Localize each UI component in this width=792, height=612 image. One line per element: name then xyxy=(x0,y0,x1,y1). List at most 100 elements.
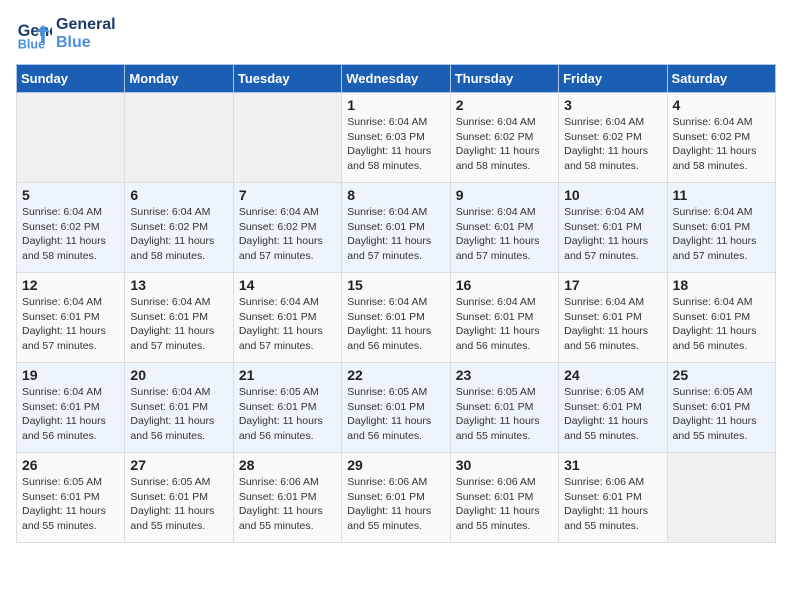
day-number: 14 xyxy=(239,277,336,293)
day-number: 7 xyxy=(239,187,336,203)
day-info: Sunrise: 6:05 AM Sunset: 6:01 PM Dayligh… xyxy=(239,385,336,444)
calendar-cell xyxy=(17,93,125,183)
calendar-cell: 5 Sunrise: 6:04 AM Sunset: 6:02 PM Daylig… xyxy=(17,183,125,273)
calendar-week-4: 19 Sunrise: 6:04 AM Sunset: 6:01 PM Dayli… xyxy=(17,363,776,453)
calendar-cell: 1 Sunrise: 6:04 AM Sunset: 6:03 PM Daylig… xyxy=(342,93,450,183)
day-number: 8 xyxy=(347,187,444,203)
calendar-cell: 24 Sunrise: 6:05 AM Sunset: 6:01 PM Dayli… xyxy=(559,363,667,453)
day-info: Sunrise: 6:05 AM Sunset: 6:01 PM Dayligh… xyxy=(673,385,770,444)
calendar-cell: 28 Sunrise: 6:06 AM Sunset: 6:01 PM Dayli… xyxy=(233,453,341,543)
calendar-cell: 21 Sunrise: 6:05 AM Sunset: 6:01 PM Dayli… xyxy=(233,363,341,453)
day-number: 30 xyxy=(456,457,553,473)
day-number: 17 xyxy=(564,277,661,293)
weekday-header-row: SundayMondayTuesdayWednesdayThursdayFrid… xyxy=(17,65,776,93)
day-number: 6 xyxy=(130,187,227,203)
weekday-header-saturday: Saturday xyxy=(667,65,775,93)
calendar-week-5: 26 Sunrise: 6:05 AM Sunset: 6:01 PM Dayli… xyxy=(17,453,776,543)
calendar-table: SundayMondayTuesdayWednesdayThursdayFrid… xyxy=(16,64,776,543)
day-number: 22 xyxy=(347,367,444,383)
calendar-week-3: 12 Sunrise: 6:04 AM Sunset: 6:01 PM Dayli… xyxy=(17,273,776,363)
weekday-header-thursday: Thursday xyxy=(450,65,558,93)
calendar-cell: 2 Sunrise: 6:04 AM Sunset: 6:02 PM Daylig… xyxy=(450,93,558,183)
day-info: Sunrise: 6:04 AM Sunset: 6:01 PM Dayligh… xyxy=(673,295,770,354)
day-info: Sunrise: 6:04 AM Sunset: 6:01 PM Dayligh… xyxy=(347,295,444,354)
day-info: Sunrise: 6:05 AM Sunset: 6:01 PM Dayligh… xyxy=(130,475,227,534)
day-number: 18 xyxy=(673,277,770,293)
day-number: 20 xyxy=(130,367,227,383)
day-info: Sunrise: 6:04 AM Sunset: 6:01 PM Dayligh… xyxy=(347,205,444,264)
day-info: Sunrise: 6:05 AM Sunset: 6:01 PM Dayligh… xyxy=(564,385,661,444)
day-info: Sunrise: 6:05 AM Sunset: 6:01 PM Dayligh… xyxy=(22,475,119,534)
day-info: Sunrise: 6:06 AM Sunset: 6:01 PM Dayligh… xyxy=(456,475,553,534)
day-info: Sunrise: 6:05 AM Sunset: 6:01 PM Dayligh… xyxy=(456,385,553,444)
day-info: Sunrise: 6:04 AM Sunset: 6:01 PM Dayligh… xyxy=(673,205,770,264)
day-info: Sunrise: 6:06 AM Sunset: 6:01 PM Dayligh… xyxy=(239,475,336,534)
calendar-cell: 17 Sunrise: 6:04 AM Sunset: 6:01 PM Dayli… xyxy=(559,273,667,363)
day-number: 12 xyxy=(22,277,119,293)
calendar-cell: 29Sunrise: 6:06 AM Sunset: 6:01 PM Dayli… xyxy=(342,453,450,543)
calendar-week-1: 1 Sunrise: 6:04 AM Sunset: 6:03 PM Daylig… xyxy=(17,93,776,183)
calendar-cell: 8 Sunrise: 6:04 AM Sunset: 6:01 PM Daylig… xyxy=(342,183,450,273)
day-info: Sunrise: 6:04 AM Sunset: 6:02 PM Dayligh… xyxy=(239,205,336,264)
svg-text:Blue: Blue xyxy=(18,37,45,51)
day-info: Sunrise: 6:06 AM Sunset: 6:01 PM Dayligh… xyxy=(347,475,444,534)
day-number: 2 xyxy=(456,97,553,113)
day-number: 11 xyxy=(673,187,770,203)
calendar-cell: 31 Sunrise: 6:06 AM Sunset: 6:01 PM Dayli… xyxy=(559,453,667,543)
calendar-cell: 22Sunrise: 6:05 AM Sunset: 6:01 PM Dayli… xyxy=(342,363,450,453)
day-number: 23 xyxy=(456,367,553,383)
calendar-cell: 3Sunrise: 6:04 AM Sunset: 6:02 PM Daylig… xyxy=(559,93,667,183)
day-info: Sunrise: 6:04 AM Sunset: 6:03 PM Dayligh… xyxy=(347,115,444,174)
calendar-cell: 20Sunrise: 6:04 AM Sunset: 6:01 PM Dayli… xyxy=(125,363,233,453)
day-number: 1 xyxy=(347,97,444,113)
day-number: 3 xyxy=(564,97,661,113)
day-info: Sunrise: 6:04 AM Sunset: 6:02 PM Dayligh… xyxy=(130,205,227,264)
day-number: 26 xyxy=(22,457,119,473)
day-number: 19 xyxy=(22,367,119,383)
weekday-header-friday: Friday xyxy=(559,65,667,93)
calendar-cell: 25 Sunrise: 6:05 AM Sunset: 6:01 PM Dayli… xyxy=(667,363,775,453)
day-info: Sunrise: 6:04 AM Sunset: 6:01 PM Dayligh… xyxy=(456,205,553,264)
calendar-cell xyxy=(233,93,341,183)
day-info: Sunrise: 6:04 AM Sunset: 6:01 PM Dayligh… xyxy=(456,295,553,354)
calendar-cell: 12Sunrise: 6:04 AM Sunset: 6:01 PM Dayli… xyxy=(17,273,125,363)
header: General Blue General Blue xyxy=(16,16,776,52)
day-number: 31 xyxy=(564,457,661,473)
day-number: 28 xyxy=(239,457,336,473)
weekday-header-sunday: Sunday xyxy=(17,65,125,93)
calendar-cell: 6 Sunrise: 6:04 AM Sunset: 6:02 PM Daylig… xyxy=(125,183,233,273)
weekday-header-tuesday: Tuesday xyxy=(233,65,341,93)
calendar-week-2: 5 Sunrise: 6:04 AM Sunset: 6:02 PM Daylig… xyxy=(17,183,776,273)
calendar-cell: 27 Sunrise: 6:05 AM Sunset: 6:01 PM Dayli… xyxy=(125,453,233,543)
calendar-cell: 19 Sunrise: 6:04 AM Sunset: 6:01 PM Dayli… xyxy=(17,363,125,453)
day-number: 25 xyxy=(673,367,770,383)
day-number: 5 xyxy=(22,187,119,203)
calendar-cell: 15Sunrise: 6:04 AM Sunset: 6:01 PM Dayli… xyxy=(342,273,450,363)
day-number: 21 xyxy=(239,367,336,383)
calendar-cell: 26 Sunrise: 6:05 AM Sunset: 6:01 PM Dayli… xyxy=(17,453,125,543)
day-info: Sunrise: 6:04 AM Sunset: 6:01 PM Dayligh… xyxy=(564,295,661,354)
calendar-cell: 23 Sunrise: 6:05 AM Sunset: 6:01 PM Dayli… xyxy=(450,363,558,453)
calendar-cell: 30 Sunrise: 6:06 AM Sunset: 6:01 PM Dayli… xyxy=(450,453,558,543)
day-info: Sunrise: 6:04 AM Sunset: 6:01 PM Dayligh… xyxy=(239,295,336,354)
day-info: Sunrise: 6:04 AM Sunset: 6:01 PM Dayligh… xyxy=(130,295,227,354)
day-info: Sunrise: 6:04 AM Sunset: 6:02 PM Dayligh… xyxy=(456,115,553,174)
calendar-cell: 4 Sunrise: 6:04 AM Sunset: 6:02 PM Daylig… xyxy=(667,93,775,183)
day-info: Sunrise: 6:04 AM Sunset: 6:01 PM Dayligh… xyxy=(22,385,119,444)
day-info: Sunrise: 6:04 AM Sunset: 6:02 PM Dayligh… xyxy=(673,115,770,174)
logo-blue: Blue xyxy=(56,34,116,52)
day-number: 9 xyxy=(456,187,553,203)
calendar-cell: 7 Sunrise: 6:04 AM Sunset: 6:02 PM Daylig… xyxy=(233,183,341,273)
day-info: Sunrise: 6:04 AM Sunset: 6:01 PM Dayligh… xyxy=(564,205,661,264)
day-number: 10 xyxy=(564,187,661,203)
logo-icon: General Blue xyxy=(16,16,52,52)
calendar-cell: 11 Sunrise: 6:04 AM Sunset: 6:01 PM Dayli… xyxy=(667,183,775,273)
day-info: Sunrise: 6:04 AM Sunset: 6:02 PM Dayligh… xyxy=(22,205,119,264)
calendar-cell: 14 Sunrise: 6:04 AM Sunset: 6:01 PM Dayli… xyxy=(233,273,341,363)
day-number: 24 xyxy=(564,367,661,383)
day-number: 4 xyxy=(673,97,770,113)
day-number: 27 xyxy=(130,457,227,473)
calendar-cell: 13Sunrise: 6:04 AM Sunset: 6:01 PM Dayli… xyxy=(125,273,233,363)
calendar-cell: 9 Sunrise: 6:04 AM Sunset: 6:01 PM Daylig… xyxy=(450,183,558,273)
day-info: Sunrise: 6:06 AM Sunset: 6:01 PM Dayligh… xyxy=(564,475,661,534)
